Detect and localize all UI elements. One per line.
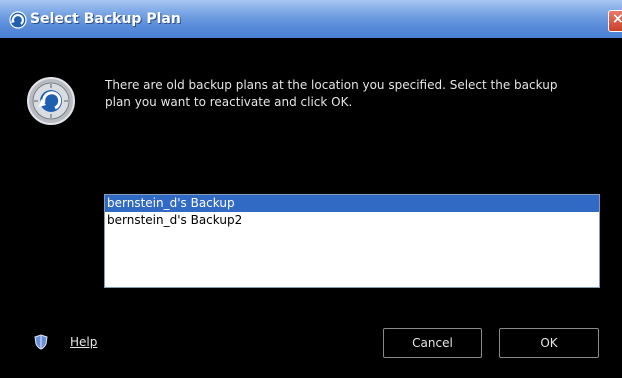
backup-plan-list[interactable]: bernstein_d's Backup bernstein_d's Backu…: [104, 194, 600, 288]
backup-plan-dialog: Select Backup Plan × There are old backu…: [0, 0, 622, 378]
backup-app-icon: [9, 11, 27, 29]
ok-button[interactable]: OK: [499, 328, 599, 358]
backup-clock-icon: [27, 77, 75, 125]
cancel-button[interactable]: Cancel: [383, 328, 482, 358]
close-icon: ×: [612, 11, 622, 27]
window-title: Select Backup Plan: [30, 11, 181, 27]
title-bar[interactable]: Select Backup Plan ×: [0, 0, 622, 38]
help-link[interactable]: Help: [70, 335, 97, 349]
shield-icon: [34, 334, 48, 350]
list-item[interactable]: bernstein_d's Backup: [105, 195, 599, 212]
close-button[interactable]: ×: [608, 10, 622, 32]
dialog-message: There are old backup plans at the locati…: [105, 78, 558, 109]
list-item[interactable]: bernstein_d's Backup2: [105, 212, 599, 229]
